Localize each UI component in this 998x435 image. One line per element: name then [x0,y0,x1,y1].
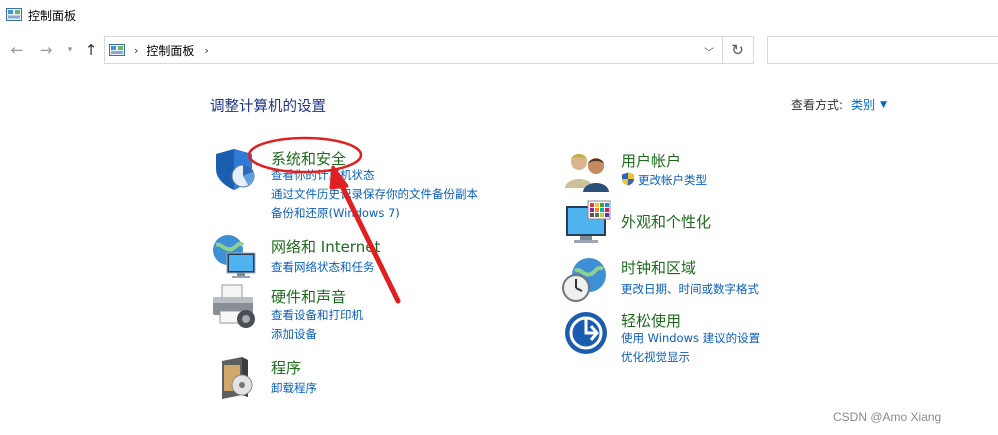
link-label[interactable]: 更改帐户类型 [638,173,707,187]
chevron-down-icon: ▾ [67,45,73,55]
link-change-account-type[interactable]: 更改帐户类型 [621,172,707,188]
category-title[interactable]: 程序 [271,357,301,378]
link-devices-printers[interactable]: 查看设备和打印机 [271,307,363,323]
category-title[interactable]: 硬件和声音 [271,286,346,307]
category-title[interactable]: 轻松使用 [621,310,681,331]
control-panel-icon [6,8,22,21]
view-mode-dropdown[interactable]: 类别 [851,96,875,113]
view-mode-label: 查看方式: [791,98,844,112]
link-change-date-time-format[interactable]: 更改日期、时间或数字格式 [621,281,759,297]
uac-shield-icon [622,172,634,186]
arrow-up-icon: ↑ [84,41,98,59]
breadcrumb-separator-icon[interactable]: › [204,44,208,57]
network-globe-icon[interactable] [210,233,258,281]
watermark: CSDN @Amo Xiang [833,410,942,424]
link-uninstall-program[interactable]: 卸载程序 [271,380,317,396]
users-icon[interactable] [564,148,612,196]
view-mode-arrow-icon[interactable]: ▼ [880,100,887,110]
title-bar: 控制面板 [0,0,998,30]
arrow-left-icon: ← [10,41,24,59]
link-windows-recommended-settings[interactable]: 使用 Windows 建议的设置 [621,330,760,346]
category-title[interactable]: 时钟和区域 [621,257,696,278]
category-title[interactable]: 系统和安全 [271,148,346,169]
refresh-button[interactable]: ↻ [722,36,754,64]
forward-button[interactable]: → [36,40,56,60]
breadcrumb-control-panel[interactable]: 控制面板 [146,42,194,59]
monitor-palette-icon[interactable] [564,200,612,248]
category-title[interactable]: 用户帐户 [621,150,681,171]
arrow-right-icon: → [39,41,53,59]
up-button[interactable]: ↑ [81,40,101,60]
link-view-computer-status[interactable]: 查看你的计算机状态 [271,167,375,183]
refresh-icon: ↻ [731,41,744,59]
printer-icon[interactable] [210,283,258,331]
view-mode: 查看方式: 类别 ▼ [791,96,887,113]
link-backup-restore[interactable]: 备份和还原(Windows 7) [271,205,400,221]
link-optimize-visual-display[interactable]: 优化视觉显示 [621,349,690,365]
recent-locations-button[interactable]: ▾ [60,40,80,60]
programs-box-icon[interactable] [214,355,262,403]
shield-icon[interactable] [212,145,260,193]
address-bar[interactable]: › 控制面板 › ﹀ [104,36,723,64]
link-file-history-backup[interactable]: 通过文件历史记录保存你的文件备份副本 [271,186,478,202]
link-add-device[interactable]: 添加设备 [271,326,317,342]
page-title: 调整计算机的设置 [210,99,326,115]
breadcrumb-separator-icon[interactable]: › [134,44,138,57]
link-network-status[interactable]: 查看网络状态和任务 [271,259,375,275]
search-input[interactable] [767,36,998,64]
control-panel-icon [109,43,125,56]
clock-globe-icon[interactable] [561,255,609,303]
category-title[interactable]: 网络和 Internet [271,236,380,257]
address-dropdown-icon[interactable]: ﹀ [704,44,714,59]
navigation-bar: ← → ▾ ↑ › 控制面板 › ﹀ ↻ [0,34,998,68]
category-title[interactable]: 外观和个性化 [621,211,711,232]
back-button[interactable]: ← [7,40,27,60]
ease-of-access-icon[interactable] [563,310,611,358]
window-title: 控制面板 [28,8,77,23]
